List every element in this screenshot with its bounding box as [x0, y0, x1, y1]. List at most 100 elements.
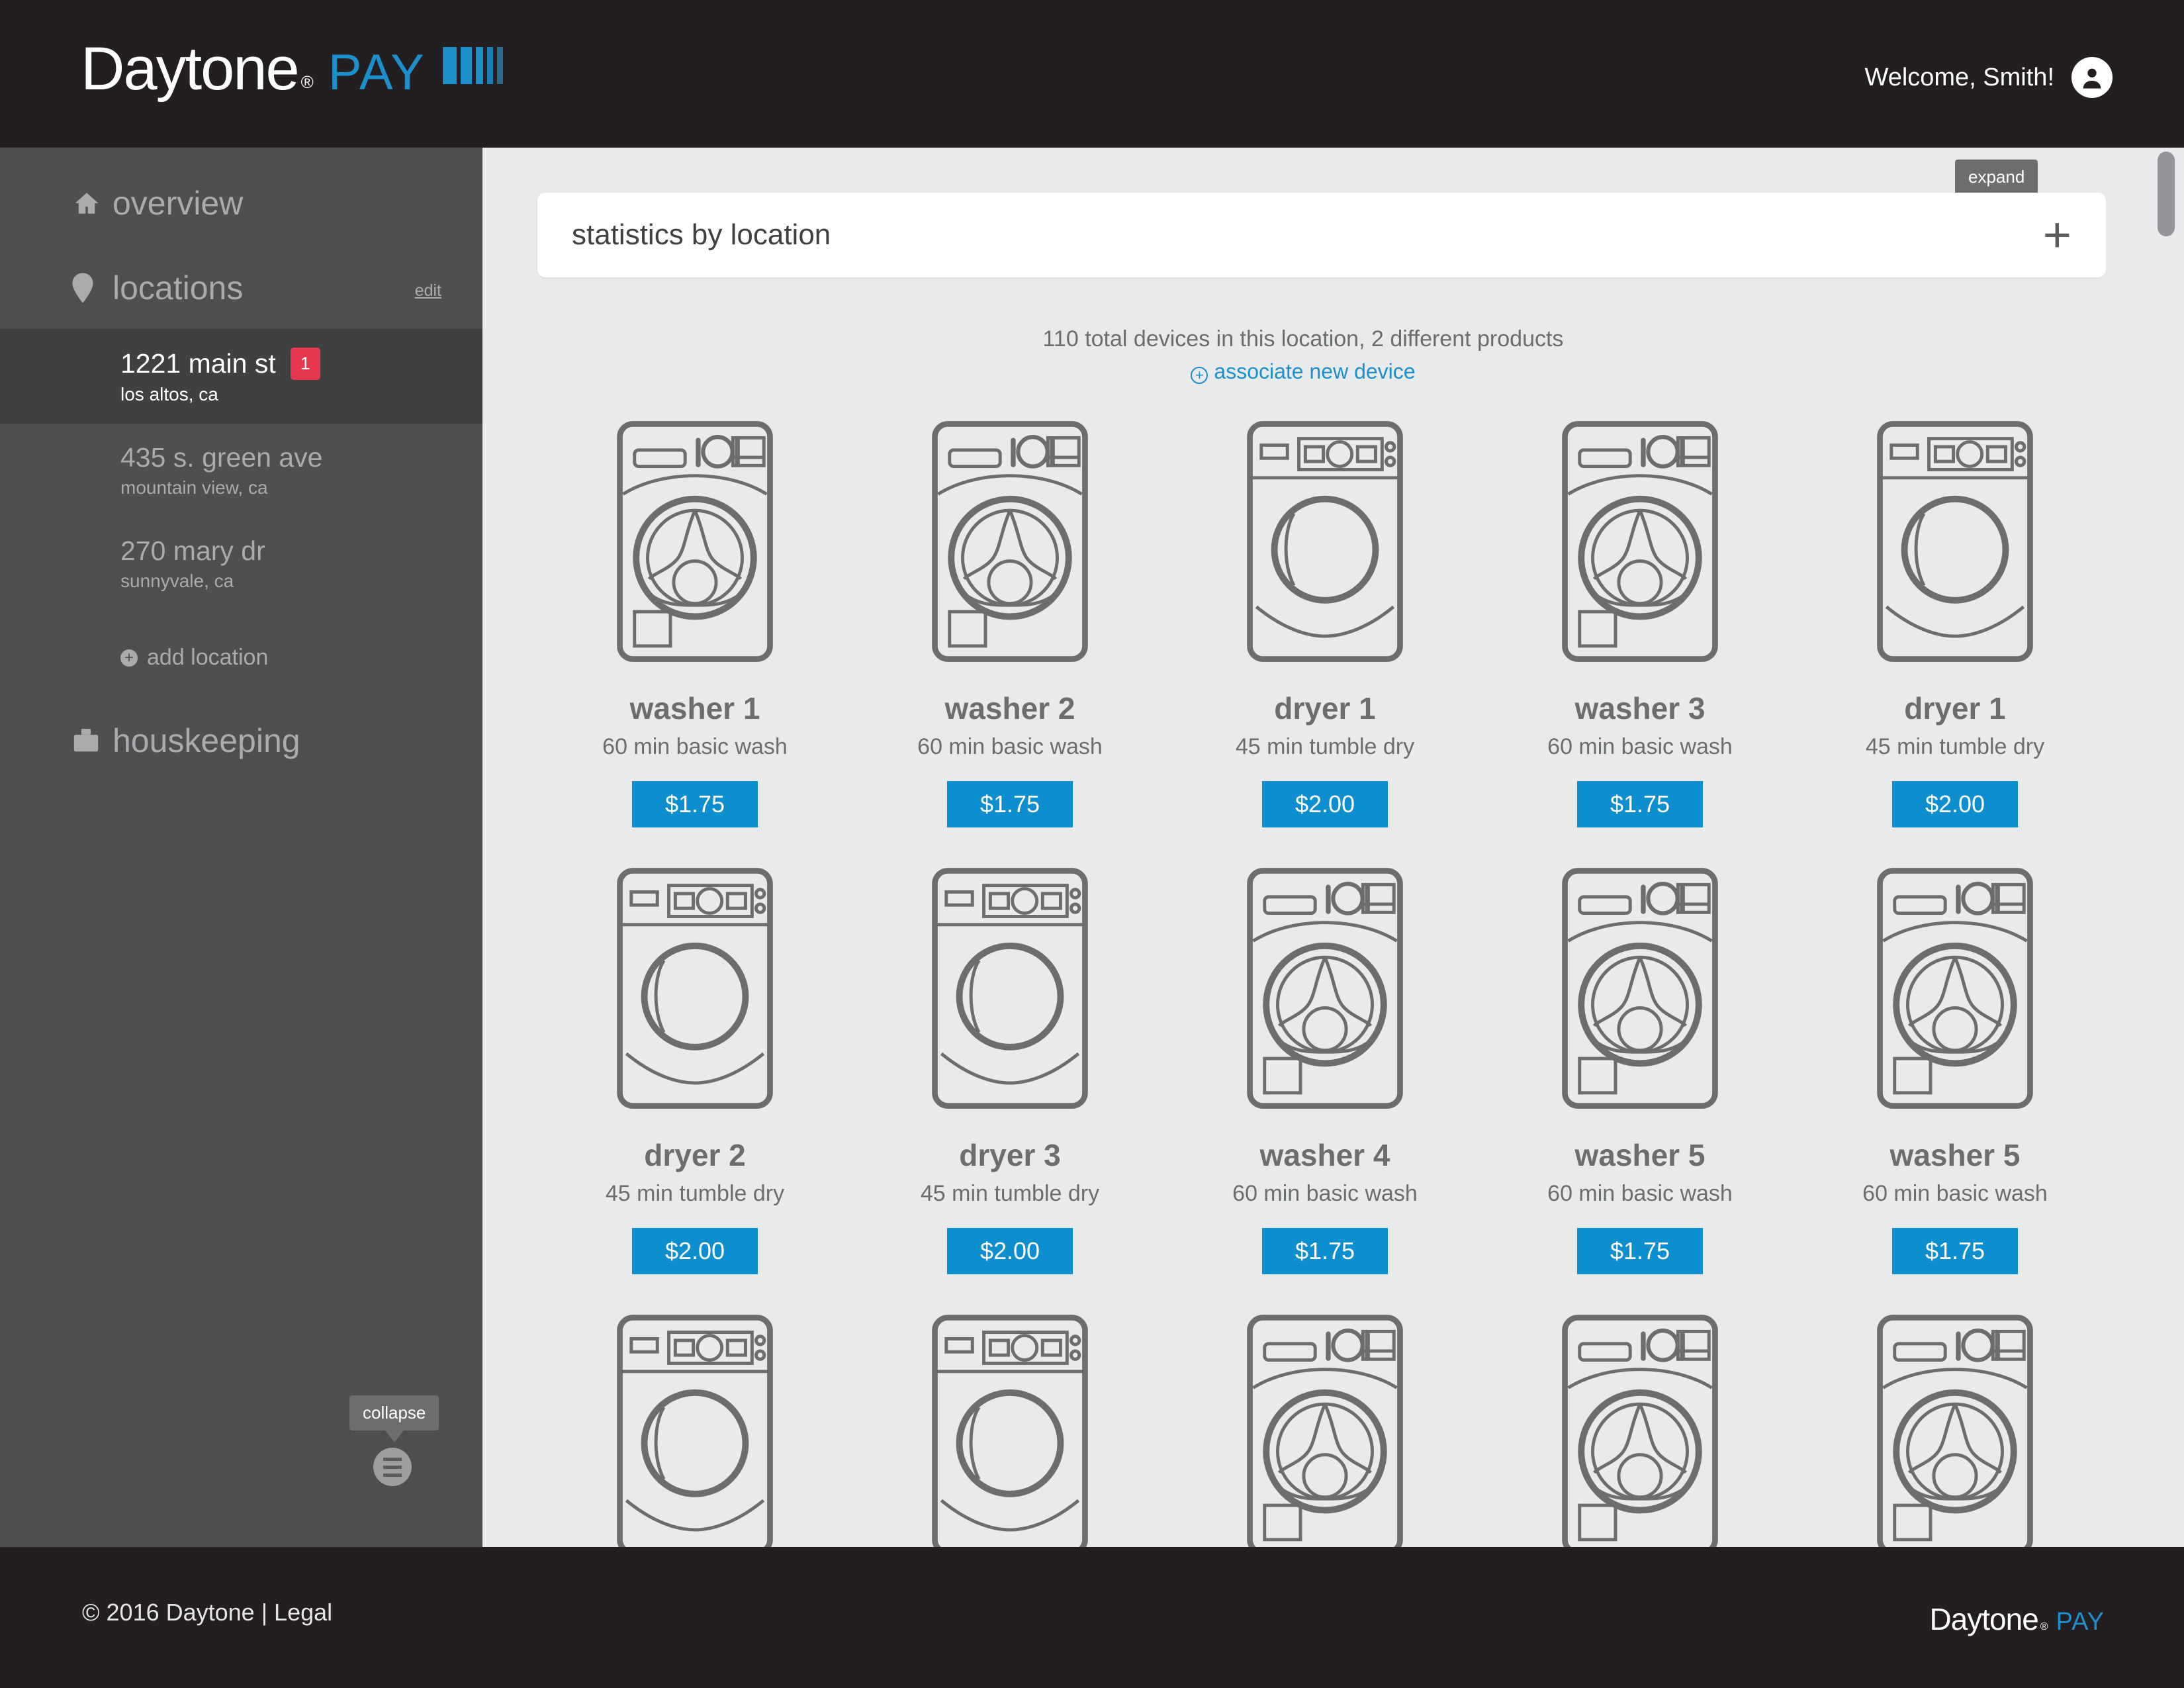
device-name: dryer 2	[644, 1138, 746, 1172]
top-bar: Daytone ® PAY Welcome, Smith!	[0, 0, 2184, 148]
location-city: los altos, ca	[120, 384, 218, 404]
location-item[interactable]: 270 mary dr sunnyvale, ca	[0, 517, 482, 610]
device-name: washer 3	[1574, 691, 1706, 726]
washer-icon	[852, 419, 1167, 684]
scrollbar-track[interactable]	[2158, 148, 2175, 1547]
grid-row-spacer	[537, 1274, 852, 1313]
footer-brand-logo: Daytone ® PAY	[1929, 1601, 2105, 1637]
expand-tooltip: expand	[1955, 160, 2038, 195]
grid-row-spacer	[1482, 827, 1797, 866]
device-card[interactable]: dryer 1 45 min tumble dry $2.00	[1797, 419, 2113, 827]
device-product: 45 min tumble dry	[1235, 734, 1415, 759]
plus-circle-icon: +	[1191, 367, 1208, 384]
brand-word: Daytone	[81, 35, 300, 103]
sidebar-item-overview[interactable]: overview	[0, 171, 482, 235]
statistics-panel[interactable]: statistics by location +	[537, 193, 2106, 277]
hamburger-icon[interactable]	[373, 1448, 412, 1486]
associate-new-device-label: associate new device	[1214, 359, 1416, 383]
device-name: washer 4	[1259, 1138, 1390, 1172]
add-location-button[interactable]: + add location	[0, 645, 482, 671]
registered-mark: ®	[300, 72, 314, 92]
location-title-wrap: 435 s. green ave	[120, 442, 482, 473]
dryer-icon	[537, 1313, 852, 1547]
brand-bars-icon	[442, 47, 503, 84]
device-price-button[interactable]: $1.75	[1892, 1228, 2018, 1274]
device-product: 45 min tumble dry	[920, 1181, 1100, 1206]
sidebar-item-locations-label: locations	[113, 269, 244, 306]
device-product: 45 min tumble dry	[605, 1181, 785, 1206]
device-card[interactable]: washer 5	[1482, 1313, 1797, 1547]
device-product: 60 min basic wash	[1547, 1181, 1733, 1206]
user-avatar-icon[interactable]	[2071, 57, 2113, 98]
associate-new-device-link[interactable]: + associate new device	[482, 359, 2124, 384]
device-price-button[interactable]: $1.75	[947, 781, 1073, 827]
location-title-wrap: 270 mary dr	[120, 536, 482, 567]
device-price-button[interactable]: $2.00	[947, 1228, 1073, 1274]
location-street: 435 s. green ave	[120, 442, 323, 473]
footer-copyright[interactable]: © 2016 Daytone | Legal	[82, 1599, 332, 1626]
app-root: Daytone ® PAY Welcome, Smith! overview l…	[0, 0, 2184, 1688]
device-card[interactable]: dryer 3 45 min tumble dry $2.00	[852, 866, 1167, 1274]
dryer-icon	[852, 866, 1167, 1131]
edit-locations-link[interactable]: edit	[415, 281, 441, 301]
device-card[interactable]: washer 4	[1167, 1313, 1482, 1547]
home-icon	[71, 189, 113, 217]
collapse-tooltip: collapse	[349, 1395, 439, 1430]
device-name: washer 5	[1574, 1138, 1706, 1172]
device-card[interactable]: washer 4 60 min basic wash $1.75	[1167, 866, 1482, 1274]
device-card[interactable]: washer 3 60 min basic wash $1.75	[1482, 419, 1797, 827]
location-list: 1221 main st 1 los altos, ca 435 s. gree…	[0, 329, 482, 610]
device-name: dryer 1	[1274, 691, 1376, 726]
plus-icon[interactable]: +	[2043, 211, 2071, 259]
dryer-icon	[1797, 419, 2113, 684]
main-content: expand statistics by location + 110 tota…	[482, 148, 2184, 1547]
device-card[interactable]: dryer 2	[537, 1313, 852, 1547]
device-product: 60 min basic wash	[1232, 1181, 1418, 1206]
grid-row-spacer	[1482, 1274, 1797, 1313]
device-card[interactable]: washer 1 60 min basic wash $1.75	[537, 419, 852, 827]
brand-pay: PAY	[328, 44, 426, 101]
location-item[interactable]: 1221 main st 1 los altos, ca	[0, 329, 482, 424]
location-street: 1221 main st	[120, 348, 276, 379]
add-location-label: add location	[147, 645, 269, 670]
device-card[interactable]: washer 5 60 min basic wash $1.75	[1797, 866, 2113, 1274]
washer-icon	[537, 419, 852, 684]
scrollbar-thumb[interactable]	[2158, 152, 2175, 236]
grid-row-spacer	[1167, 827, 1482, 866]
brand-logo[interactable]: Daytone ® PAY	[81, 38, 503, 99]
grid-row-spacer	[852, 827, 1167, 866]
device-price-button[interactable]: $1.75	[1262, 1228, 1388, 1274]
device-summary-text: 110 total devices in this location, 2 di…	[1042, 326, 1564, 352]
device-name: washer 2	[944, 691, 1075, 726]
device-price-button[interactable]: $2.00	[1262, 781, 1388, 827]
device-product: 45 min tumble dry	[1865, 734, 2045, 759]
device-price-button[interactable]: $2.00	[632, 1228, 758, 1274]
page-title: statistics by location	[572, 218, 831, 251]
device-name: dryer 1	[1904, 691, 2006, 726]
grid-row-spacer	[1167, 1274, 1482, 1313]
device-price-button[interactable]: $1.75	[1577, 781, 1703, 827]
device-card[interactable]: washer 2 60 min basic wash $1.75	[852, 419, 1167, 827]
device-product: 60 min basic wash	[602, 734, 788, 759]
device-product: 60 min basic wash	[1862, 1181, 2048, 1206]
device-card[interactable]: washer 5 60 min basic wash $1.75	[1482, 866, 1797, 1274]
footer-registered-mark: ®	[2040, 1621, 2048, 1632]
device-card[interactable]: dryer 2 45 min tumble dry $2.00	[537, 866, 852, 1274]
sidebar: overview locations edit 1221 main st 1 l…	[0, 148, 482, 1547]
grid-row-spacer	[537, 827, 852, 866]
sidebar-item-locations[interactable]: locations edit	[0, 256, 482, 320]
device-card[interactable]: dryer 1 45 min tumble dry $2.00	[1167, 419, 1482, 827]
location-street: 270 mary dr	[120, 536, 265, 566]
device-card[interactable]: washer 5	[1797, 1313, 2113, 1547]
dryer-icon	[537, 866, 852, 1131]
device-card[interactable]: dryer 3	[852, 1313, 1167, 1547]
device-price-button[interactable]: $1.75	[632, 781, 758, 827]
device-grid: washer 1 60 min basic wash $1.75 washer …	[537, 419, 2113, 1547]
washer-icon	[1482, 419, 1797, 684]
briefcase-icon	[71, 727, 113, 754]
location-item[interactable]: 435 s. green ave mountain view, ca	[0, 424, 482, 517]
sidebar-item-housekeeping[interactable]: houskeeping	[0, 709, 482, 773]
device-price-button[interactable]: $1.75	[1577, 1228, 1703, 1274]
washer-icon	[1482, 1313, 1797, 1547]
device-price-button[interactable]: $2.00	[1892, 781, 2018, 827]
